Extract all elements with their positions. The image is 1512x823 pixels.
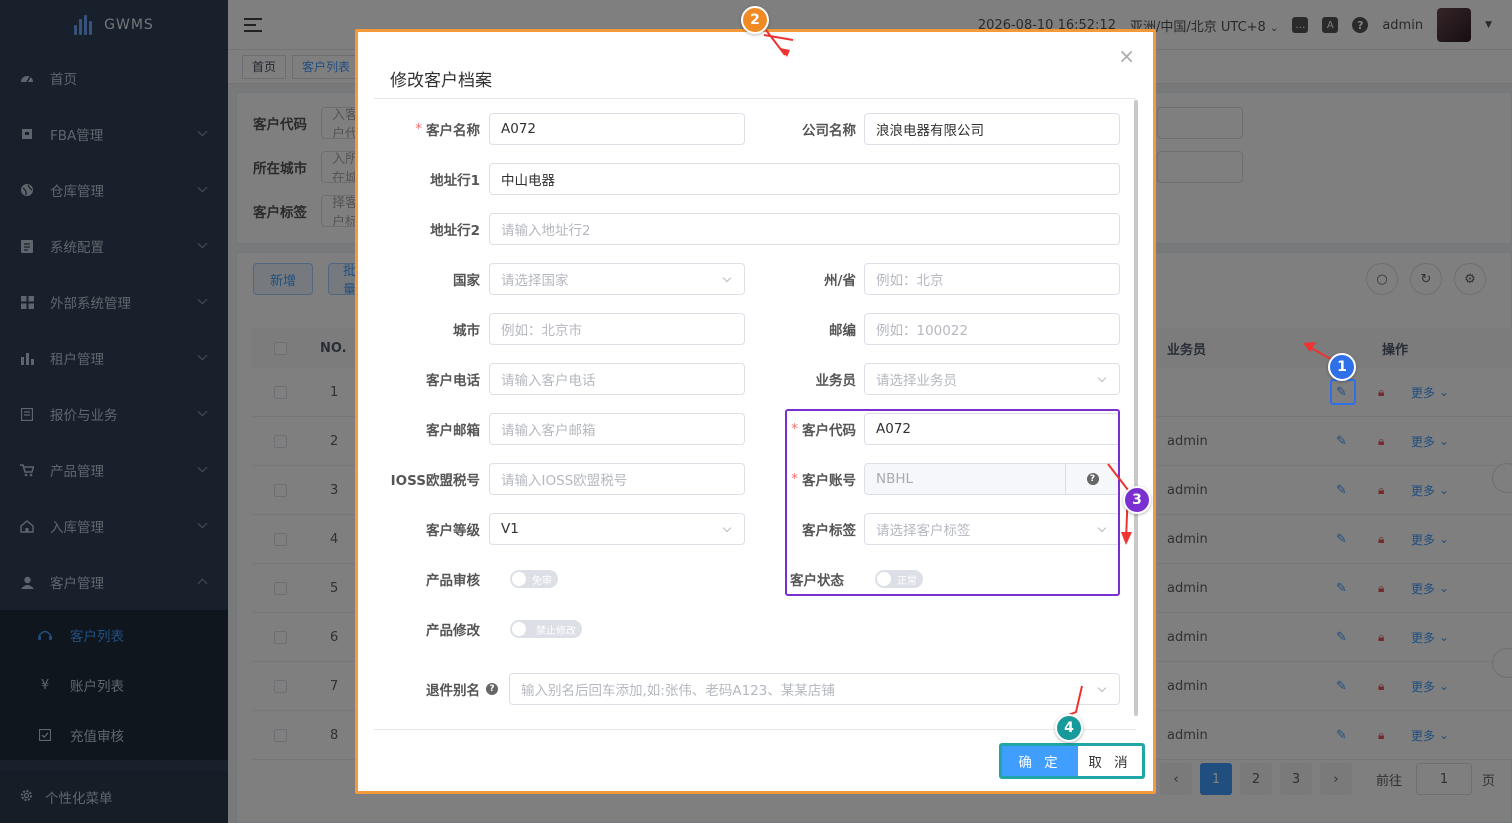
zip-input[interactable]: 例如：100022 (864, 313, 1120, 345)
phone-label: 客户电话 (426, 373, 480, 389)
zip-label: 邮编 (829, 323, 856, 339)
dialog-footer: 确 定 取 消 (999, 743, 1145, 779)
customer-name-label: * 客户名称 (415, 121, 480, 139)
company-name-input[interactable]: 浪浪电器有限公司 (864, 113, 1120, 145)
state-label: 州/省 (824, 273, 856, 289)
customer-name-input[interactable]: A072 (489, 113, 745, 145)
chevron-down-icon (722, 273, 732, 283)
state-input[interactable]: 例如：北京 (864, 263, 1120, 295)
email-label: 客户邮箱 (426, 423, 480, 439)
dialog-scrollbar[interactable] (1134, 100, 1138, 716)
address2-input[interactable]: 请输入地址行2 (489, 213, 1120, 245)
annotation-badge-1: 1 (1328, 353, 1356, 381)
address1-label: 地址行1 (430, 173, 480, 189)
return-alias-select[interactable]: 输入别名后回车添加,如:张伟、老码A123、某某店铺 (509, 673, 1120, 705)
salesman-label: 业务员 (815, 373, 857, 389)
phone-input[interactable]: 请输入客户电话 (489, 363, 745, 395)
app-root: GWMS 首页 FBA管理 仓库管理 系统配置 外部系统管理 租户 (0, 0, 1512, 823)
city-label: 城市 (453, 323, 480, 339)
product-review-label: 产品审核 (426, 573, 480, 589)
company-name-label: 公司名称 (802, 123, 856, 139)
chevron-down-icon (722, 523, 732, 533)
city-input[interactable]: 例如：北京市 (489, 313, 745, 345)
annotation-badge-3: 3 (1123, 486, 1151, 514)
address2-label: 地址行2 (430, 223, 480, 239)
confirm-button[interactable]: 确 定 (1002, 746, 1078, 776)
ioss-input[interactable]: 请输入IOSS欧盟税号 (489, 463, 745, 495)
email-input[interactable]: 请输入客户邮箱 (489, 413, 745, 445)
product-review-switch[interactable]: 免审 (510, 570, 558, 588)
question-icon[interactable]: ? (486, 683, 498, 695)
salesman-select[interactable]: 请选择业务员 (864, 363, 1120, 395)
return-alias-label: 退件别名? (376, 673, 498, 705)
address1-input[interactable]: 中山电器 (489, 163, 1120, 195)
chevron-down-icon (1097, 373, 1107, 383)
close-icon[interactable]: × (1118, 44, 1135, 68)
annotation-badge-2: 2 (741, 6, 769, 34)
highlight-box-1 (1330, 379, 1356, 405)
highlight-box-3 (785, 409, 1120, 596)
dialog-title: 修改客户档案 (390, 71, 492, 91)
ioss-label: IOSS欧盟税号 (390, 473, 480, 489)
country-select[interactable]: 请选择国家 (489, 263, 745, 295)
level-select[interactable]: V1 (489, 513, 745, 545)
product-edit-switch[interactable]: 禁止修改 (510, 620, 582, 638)
cancel-button[interactable]: 取 消 (1078, 746, 1142, 776)
chevron-down-icon (1097, 683, 1107, 693)
annotation-badge-4: 4 (1055, 714, 1083, 742)
product-edit-label: 产品修改 (426, 623, 480, 639)
country-label: 国家 (453, 273, 480, 289)
level-label: 客户等级 (426, 523, 480, 539)
